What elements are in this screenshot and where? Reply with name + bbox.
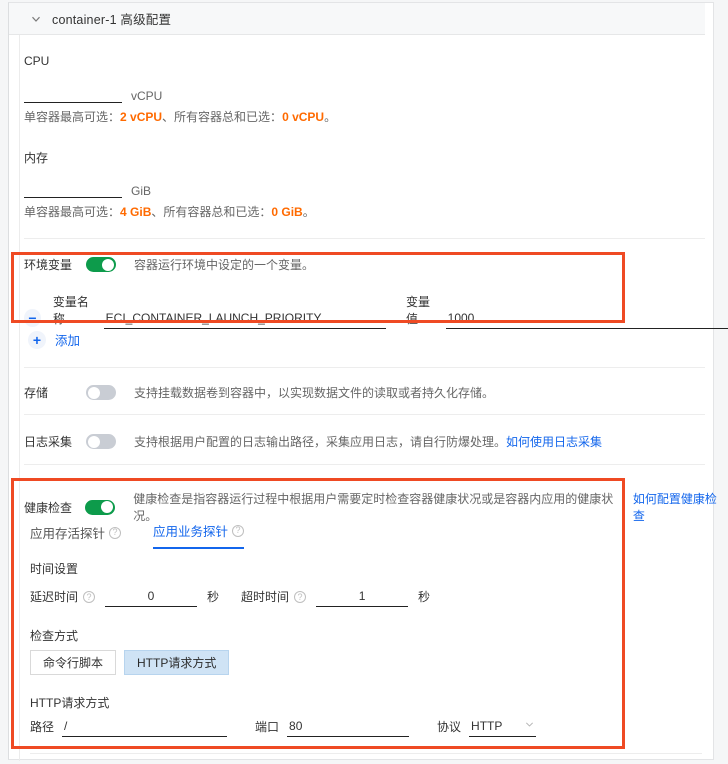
http-section-title: HTTP请求方式 [30,696,110,710]
page-title: container-1 高级配置 [52,13,172,27]
health-tabs: 应用存活探针 ? 应用业务探针 ? [30,521,245,549]
tab-liveness-probe-label: 应用存活探针 [30,527,106,541]
health-row: 健康检查 健康检查是指容器运行过程中根据用户需要定时检查容器健康状况或是容器内应… [24,490,728,524]
cpu-hint-prefix: 单容器最高可选： [24,110,121,124]
log-toggle-knob [88,435,100,448]
card-left-rule [19,3,20,761]
protocol-label: 协议 [437,720,462,734]
divider-2 [24,367,705,368]
storage-description: 支持挂载数据卷到容器中，以实现数据文件的读取或者持久化存储。 [134,386,495,400]
memory-input[interactable] [24,179,122,198]
memory-hint-mid: 、所有容器总和已选： [151,205,272,219]
memory-hint-used: 0 GiB [271,205,303,219]
health-toggle-knob [101,501,114,513]
log-label: 日志采集 [24,435,73,449]
env-add-button[interactable]: + 添加 [28,330,80,349]
path-input[interactable] [62,718,228,737]
tab-readiness-probe-label: 应用业务探针 [153,525,229,539]
help-circle-icon[interactable]: ? [109,526,122,539]
check-method-buttons: 命令行脚本 HTTP请求方式 [30,650,230,675]
log-description: 支持根据用户配置的日志输出路径，采集应用日志，请自行防爆处理。 [134,435,507,449]
cpu-hint-mid: 、所有容器总和已选： [162,110,283,124]
http-request-row: 路径 端口 协议 HTTP [30,718,537,737]
env-variable-row: − 变量名称 变量值 [24,293,728,329]
delay-label: 延迟时间 [30,590,79,604]
port-input[interactable] [287,718,410,737]
env-add-label[interactable]: 添加 [55,330,80,349]
env-value-input[interactable] [445,310,728,329]
log-help-link[interactable]: 如何使用日志采集 [506,433,602,450]
divider-4 [24,464,705,465]
env-row: 环境变量 容器运行环境中设定的一个变量。 [24,256,314,273]
cpu-unit: vCPU [131,89,163,103]
storage-toggle-knob [88,386,100,399]
memory-unit: GiB [131,184,152,198]
cpu-hint: 单容器最高可选：2 vCPU、所有容器总和已选：0 vCPU。 [24,108,336,125]
cpu-hint-used: 0 vCPU [282,110,325,124]
env-toggle-knob [102,258,114,271]
health-help-link[interactable]: 如何配置健康检查 [633,490,728,524]
cpu-label: CPU [24,54,50,68]
timeout-unit: 秒 [418,590,431,604]
cpu-input[interactable] [24,84,122,103]
health-label: 健康检查 [24,500,73,515]
tab-liveness-probe[interactable]: 应用存活探针 ? [30,523,122,549]
env-toggle[interactable] [86,257,116,272]
storage-row: 存储 支持挂载数据卷到容器中，以实现数据文件的读取或者持久化存储。 [24,384,494,401]
divider-5 [30,753,702,754]
memory-section: 内存 [10,149,705,166]
protocol-select[interactable]: HTTP [469,718,537,737]
minus-icon[interactable]: − [24,309,41,327]
method-http-request-button[interactable]: HTTP请求方式 [124,650,230,675]
divider-3 [24,414,705,415]
chevron-down-icon[interactable] [29,12,43,26]
cpu-section: CPU [10,54,705,68]
env-value-label: 变量值 [406,295,431,326]
delay-unit: 秒 [207,590,220,604]
env-label: 环境变量 [24,258,73,272]
memory-hint-max: 4 GiB [120,205,152,219]
storage-label: 存储 [24,386,49,400]
log-toggle[interactable] [86,434,116,449]
memory-label: 内存 [24,151,49,165]
chevron-down-icon[interactable] [525,720,534,732]
cpu-hint-max: 2 vCPU [120,110,163,124]
timeout-label: 超时时间 [241,590,290,604]
storage-toggle[interactable] [86,385,116,400]
check-method-title: 检查方式 [30,629,79,643]
panel-header[interactable]: container-1 高级配置 [9,3,705,35]
plus-icon[interactable]: + [28,330,46,349]
protocol-value: HTTP [471,719,503,733]
help-circle-icon[interactable]: ? [294,591,307,603]
memory-hint: 单容器最高可选：4 GiB、所有容器总和已选：0 GiB。 [24,203,315,220]
time-settings-title: 时间设置 [30,562,79,576]
health-description: 健康检查是指容器运行过程中根据用户需要定时检查容器健康状况或是容器内应用的健康状… [133,492,614,523]
memory-input-row: GiB [24,174,324,198]
env-name-label: 变量名称 [52,295,89,326]
memory-hint-suffix: 。 [302,205,315,219]
page-root: container-1 高级配置 CPU vCPU 单容器最高可选：2 vCPU… [0,0,728,764]
cpu-input-row: vCPU [24,79,324,103]
time-settings-row: 延迟时间 ? 秒 超时时间 ? 秒 [30,588,430,607]
health-toggle[interactable] [85,499,116,515]
timeout-input[interactable] [316,588,409,607]
log-row: 日志采集 支持根据用户配置的日志输出路径，采集应用日志，请自行防爆处理。 如何使… [24,433,602,450]
path-label: 路径 [30,720,55,734]
tab-readiness-probe[interactable]: 应用业务探针 ? [153,521,245,549]
memory-hint-prefix: 单容器最高可选： [24,205,121,219]
cpu-hint-suffix: 。 [324,110,337,124]
help-circle-icon[interactable]: ? [83,591,96,603]
method-command-script-button[interactable]: 命令行脚本 [30,650,117,675]
help-circle-icon[interactable]: ? [232,524,245,537]
env-name-input[interactable] [103,310,386,329]
env-description: 容器运行环境中设定的一个变量。 [134,258,315,272]
port-label: 端口 [255,720,280,734]
delay-input[interactable] [105,588,198,607]
divider-1 [24,238,705,239]
